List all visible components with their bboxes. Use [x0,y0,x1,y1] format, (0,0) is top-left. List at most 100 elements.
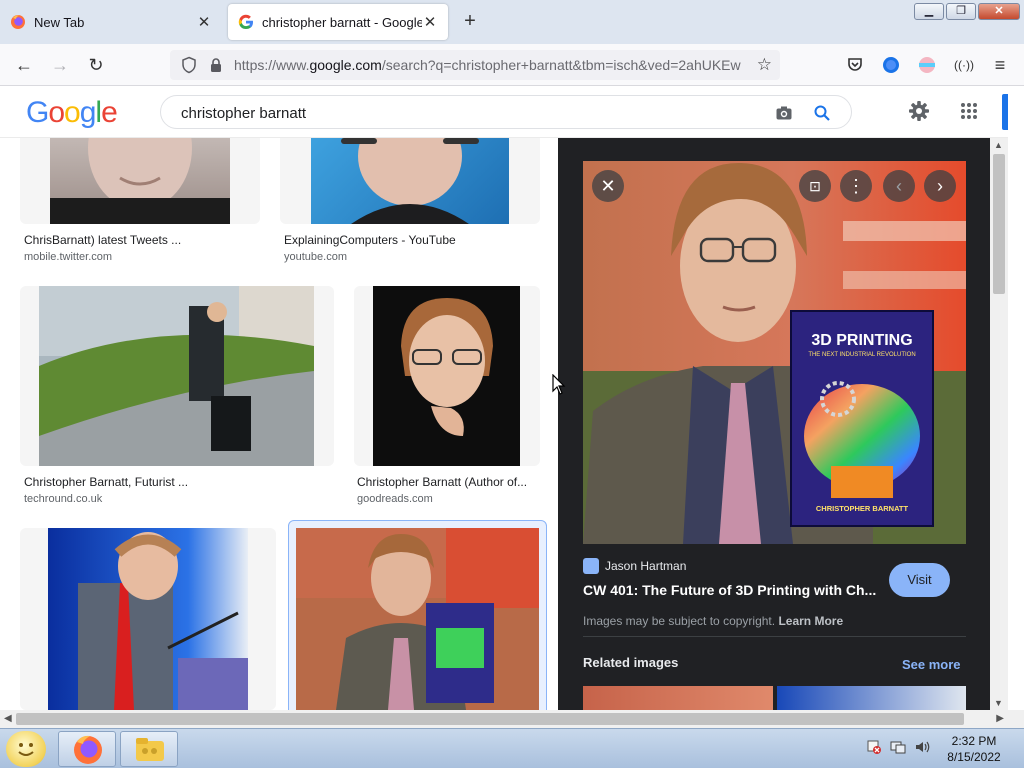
new-tab-button[interactable]: + [460,10,480,34]
scroll-right-icon[interactable]: ▶ [996,713,1004,724]
scroll-down-icon[interactable]: ▼ [994,698,1003,708]
result-source[interactable]: mobile.twitter.com [24,251,112,263]
related-images-row [583,686,966,710]
reload-icon[interactable]: ↻ [86,55,106,75]
close-icon[interactable]: ✕ [196,13,212,31]
result-title[interactable]: Christopher Barnatt, Futurist ... [24,475,324,489]
system-clock[interactable]: 2:32 PM 8/15/2022 [930,733,1018,765]
address-bar[interactable]: https://www.google.com/search?q=christop… [170,50,780,80]
image-preview-panel: 3D PRINTING THE NEXT INDUSTRIAL REVOLUTI… [558,138,990,710]
tab-new-tab[interactable]: New Tab ✕ [0,4,222,40]
system-tray [866,739,930,755]
divider [583,636,966,637]
sign-in-button[interactable] [1002,94,1008,130]
result-image-1[interactable] [50,138,230,224]
result-source[interactable]: techround.co.uk [24,493,102,505]
scrollbar-thumb[interactable] [16,713,964,725]
maximize-button[interactable]: ❐ [946,3,976,20]
back-arrow-icon[interactable]: ← [14,55,34,75]
logo-letter: o [48,96,65,129]
tab-google-search[interactable]: christopher barnatt - Google Se ✕ [228,4,448,40]
logo-letter: e [101,96,118,129]
taskbar-file-manager[interactable] [120,731,178,767]
learn-more-link[interactable]: Learn More [778,614,843,628]
preview-title-link[interactable]: CW 401: The Future of 3D Printing with C… [583,582,883,598]
scrollbar-thumb[interactable] [993,154,1005,294]
related-images-heading: Related images [583,655,679,670]
extension-icon[interactable] [918,56,936,74]
apps-grid-icon[interactable] [960,102,978,120]
tab-title: New Tab [34,14,85,30]
result-image-2[interactable] [311,138,509,224]
shield-icon[interactable] [180,56,198,74]
visit-button[interactable]: Visit [889,563,950,597]
tab-title: christopher barnatt - Google Se [262,14,422,30]
gear-icon[interactable] [908,100,930,122]
chevron-left-icon[interactable]: ‹ [883,170,915,202]
logo-letter: o [64,96,81,129]
book-cover: 3D PRINTING THE NEXT INDUSTRIAL REVOLUTI… [790,310,934,527]
minimize-button[interactable]: ▁ [914,3,944,20]
book-subtitle: THE NEXT INDUSTRIAL REVOLUTION [808,352,915,358]
forward-arrow-icon[interactable]: → [50,55,70,75]
related-image-1[interactable] [583,686,773,710]
volume-icon[interactable] [914,739,930,755]
search-input[interactable]: christopher barnatt [181,105,306,122]
network-warning-icon[interactable] [866,739,882,755]
window-controls: ▁ ❐ ✕ [914,3,1020,20]
result-source[interactable]: goodreads.com [357,493,433,505]
lock-icon[interactable] [208,57,224,73]
account-icon[interactable] [882,56,900,74]
preview-image[interactable]: 3D PRINTING THE NEXT INDUSTRIAL REVOLUTI… [583,161,966,544]
result-image-4[interactable] [373,286,520,466]
more-options-icon[interactable]: ⋮ [840,170,872,202]
close-icon[interactable]: ✕ [422,13,438,31]
firefox-icon [11,15,25,29]
google-header: Google christopher barnatt [0,86,1008,138]
horizontal-scrollbar[interactable]: ◀ ▶ [0,710,1008,728]
clock-time: 2:32 PM [951,734,997,748]
camera-icon[interactable] [775,104,793,122]
menu-icon[interactable]: ≡ [990,55,1010,75]
preview-source[interactable]: Jason Hartman [583,558,686,574]
logo-letter: G [26,96,49,129]
scroll-left-icon[interactable]: ◀ [4,713,12,724]
taskbar: 2:32 PM 8/15/2022 [0,728,1024,768]
bookmark-star-icon[interactable]: ☆ [757,55,772,75]
see-more-link[interactable]: See more [902,657,961,672]
result-image-3[interactable] [39,286,314,466]
taskbar-firefox[interactable] [58,731,116,767]
url-text: https://www.google.com/search?q=christop… [234,57,741,73]
folder-icon [136,738,164,761]
result-source[interactable]: youtube.com [284,251,347,263]
navigation-toolbar: ← → ↻ https://www.google.com/search?q=ch… [0,44,1024,86]
google-icon [238,14,253,30]
firefox-icon [74,735,102,764]
result-image-6-selected[interactable] [296,528,539,710]
result-title[interactable]: ChrisBarnatt) latest Tweets ... [24,233,254,247]
chevron-right-icon[interactable]: › [924,170,956,202]
media-icon[interactable]: ((·)) [954,55,974,75]
scroll-up-icon[interactable]: ▲ [994,140,1003,150]
vertical-scrollbar[interactable]: ▲ ▼ [990,138,1008,710]
source-avatar-icon [583,558,599,574]
result-image-5[interactable] [48,528,248,710]
result-title[interactable]: ExplainingComputers - YouTube [284,233,534,247]
close-preview-icon[interactable]: ✕ [592,170,624,202]
image-results-grid: ChrisBarnatt) latest Tweets ... mobile.t… [0,138,558,710]
google-logo[interactable]: Google [26,96,118,130]
copyright-notice: Images may be subject to copyright. Lear… [583,614,844,628]
lens-search-icon[interactable]: ⊡ [799,170,831,202]
book-title: 3D PRINTING [811,332,912,349]
start-button[interactable] [6,731,46,767]
pocket-icon[interactable] [846,56,864,74]
result-title[interactable]: Christopher Barnatt (Author of... [357,475,537,489]
search-icon[interactable] [813,104,831,122]
related-image-2[interactable] [777,686,966,710]
smiley-icon [18,743,34,756]
monitor-icon[interactable] [890,739,906,755]
clock-date: 8/15/2022 [947,750,1001,764]
search-box[interactable]: christopher barnatt [160,95,852,129]
browser-titlebar: New Tab ✕ christopher barnatt - Google S… [0,0,1024,44]
window-close-button[interactable]: ✕ [978,3,1020,20]
